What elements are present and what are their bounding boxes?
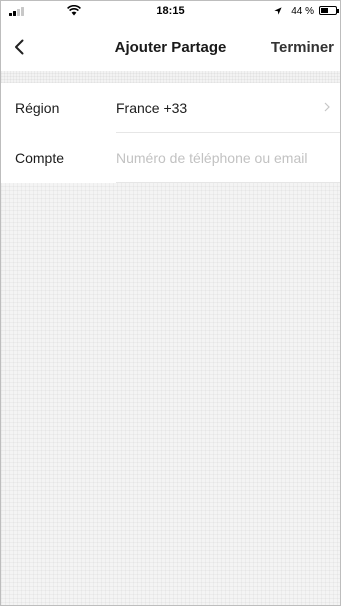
account-input[interactable] — [116, 145, 338, 171]
empty-content-area — [1, 183, 340, 605]
region-row[interactable]: Région France +33 — [1, 83, 340, 133]
navigation-bar: Ajouter Partage Terminer — [1, 23, 340, 71]
chevron-right-icon — [324, 102, 330, 112]
location-arrow-icon — [274, 7, 282, 15]
done-button[interactable]: Terminer — [271, 39, 334, 56]
status-time: 18:15 — [156, 5, 185, 17]
screen: 18:15 44 % Ajouter Partage Terminer Régi… — [0, 0, 341, 606]
battery-percentage: 44 % — [291, 6, 314, 17]
status-bar: 18:15 44 % — [1, 1, 340, 23]
battery-icon — [319, 6, 339, 15]
region-value: France +33 — [116, 100, 188, 116]
region-label: Région — [15, 100, 60, 116]
account-label: Compte — [15, 150, 65, 166]
section-separator — [1, 71, 340, 83]
share-form: Région France +33 Compte — [1, 83, 340, 183]
account-row: Compte — [1, 133, 340, 183]
